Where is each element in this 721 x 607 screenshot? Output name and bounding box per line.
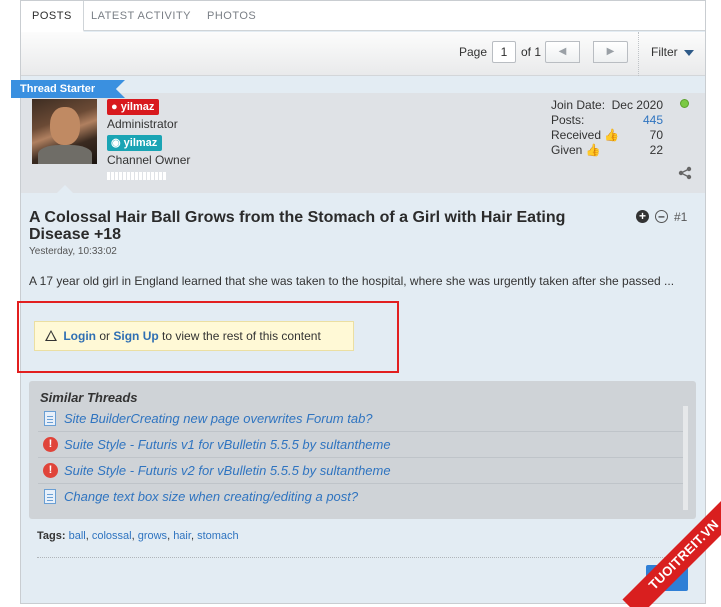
tag-link[interactable]: ball — [69, 530, 86, 542]
toolbar-divider — [638, 32, 639, 76]
post-title: A Colossal Hair Ball Grows from the Stom… — [29, 209, 566, 243]
tags: Tags: ball, colossal, grows, hair, stoma… — [37, 530, 239, 542]
next-page-button[interactable]: ▶ — [593, 41, 628, 63]
tag-link[interactable]: stomach — [197, 530, 239, 542]
filter-label: Filter — [651, 45, 678, 59]
filter-button[interactable]: Filter — [651, 45, 694, 59]
chevron-right-icon: ▶ — [606, 46, 615, 57]
thread-link[interactable]: Site BuilderCreating new page overwrites… — [64, 411, 373, 426]
channel-badge[interactable]: ◉ yilmaz — [107, 135, 163, 151]
list-item: ! Suite Style - Futuris v1 for vBulletin… — [38, 432, 688, 458]
chevron-left-icon: ◀ — [558, 46, 567, 57]
page-label: Page — [459, 45, 488, 59]
tag-link[interactable]: grows — [138, 530, 167, 542]
avatar[interactable] — [32, 99, 97, 164]
join-date-label: Join Date: — [551, 98, 606, 112]
expand-icon[interactable]: + — [636, 210, 649, 224]
scrollbar[interactable] — [683, 406, 688, 510]
username: yilmaz — [120, 101, 155, 113]
user-info-panel: ● yilmaz Administrator ◉ yilmaz Channel … — [21, 93, 705, 193]
tab-posts[interactable]: POSTS — [21, 1, 84, 32]
tag-link[interactable]: hair — [173, 530, 191, 542]
list-item: Site BuilderCreating new page overwrites… — [38, 406, 688, 432]
given-count: 22 — [649, 143, 663, 157]
user-title: Administrator — [107, 117, 178, 131]
received-count: 70 — [649, 128, 663, 142]
thread-container: POSTS LATEST ACTIVITY PHOTOS Page 1 of 1… — [17, 0, 706, 604]
list-item: Change text box size when creating/editi… — [38, 484, 688, 510]
thread-starter-ribbon: Thread Starter — [11, 80, 125, 98]
post-controls: + – #1 — [636, 209, 687, 224]
posts-count[interactable]: 445 — [643, 113, 663, 127]
alert-icon: ! — [43, 437, 58, 452]
thumbs-up-icon: 👍 — [585, 143, 601, 157]
join-date-value: Dec 2020 — [611, 98, 663, 112]
given-label: Given 👍 — [551, 143, 601, 157]
received-label: Received 👍 — [551, 128, 620, 142]
thread-link[interactable]: Change text box size when creating/editi… — [64, 489, 358, 504]
user-circle-icon: ◉ — [111, 137, 121, 149]
toolbar: Page 1 of 1 ◀ ▶ Filter — [21, 32, 705, 76]
document-icon — [44, 489, 56, 504]
divider — [37, 557, 687, 558]
username-badge[interactable]: ● yilmaz — [107, 99, 160, 115]
thread-link[interactable]: Suite Style - Futuris v2 for vBulletin 5… — [64, 463, 391, 478]
tag-link[interactable]: colossal — [92, 530, 132, 542]
tab-photos[interactable]: PHOTOS — [196, 1, 267, 31]
posts-label: Posts: — [551, 113, 585, 127]
collapse-icon[interactable]: – — [655, 210, 668, 224]
prev-page-button[interactable]: ◀ — [545, 41, 580, 63]
page-total: of 1 — [521, 45, 542, 59]
user-pointer — [57, 185, 73, 193]
user-icon: ● — [111, 101, 118, 113]
thumbs-up-icon: 👍 — [604, 128, 620, 142]
tags-label: Tags: — [37, 530, 66, 542]
alert-icon: ! — [43, 463, 58, 478]
channel-username: yilmaz — [123, 137, 158, 149]
similar-threads-title: Similar Threads — [40, 390, 138, 405]
thread-link[interactable]: Suite Style - Futuris v1 for vBulletin 5… — [64, 437, 391, 452]
document-icon — [44, 411, 56, 426]
list-item: ! Suite Style - Futuris v2 for vBulletin… — [38, 458, 688, 484]
similar-threads: Similar Threads Site BuilderCreating new… — [29, 381, 696, 519]
online-status-icon — [680, 99, 689, 108]
highlight-box — [17, 301, 399, 373]
caret-down-icon — [683, 49, 694, 56]
reputation-bar — [107, 172, 167, 182]
page-number-input[interactable]: 1 — [492, 41, 516, 63]
tab-latest-activity[interactable]: LATEST ACTIVITY — [80, 1, 202, 31]
share-icon[interactable] — [678, 166, 692, 180]
post-date: Yesterday, 10:33:02 — [29, 246, 117, 257]
similar-threads-list: Site BuilderCreating new page overwrites… — [38, 406, 688, 510]
user-rank: Channel Owner — [107, 153, 191, 167]
post-body: A 17 year old girl in England learned th… — [29, 274, 675, 288]
tab-bar: POSTS LATEST ACTIVITY PHOTOS — [21, 1, 705, 32]
post-number[interactable]: #1 — [674, 210, 687, 224]
